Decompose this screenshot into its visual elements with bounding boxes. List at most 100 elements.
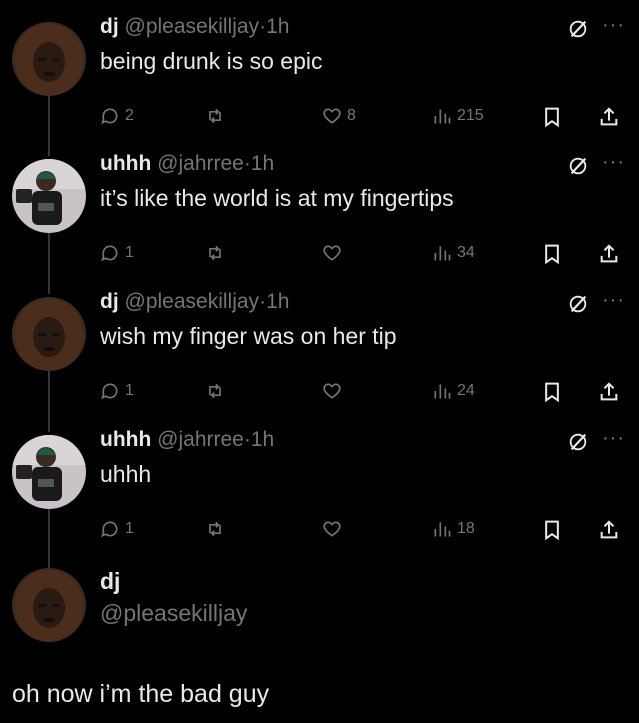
grok-icon[interactable]	[567, 18, 589, 45]
more-options-icon[interactable]: ···	[602, 151, 625, 174]
avatar[interactable]	[12, 435, 86, 509]
timestamp[interactable]: 1h	[266, 290, 289, 313]
more-options-icon[interactable]: ···	[602, 289, 625, 312]
retweet-button[interactable]	[204, 243, 231, 263]
thread-line	[48, 506, 50, 568]
reply-button[interactable]: 2	[100, 106, 134, 126]
heart-icon	[322, 519, 342, 539]
reply-count: 1	[125, 520, 134, 537]
views-count: 18	[457, 520, 475, 537]
share-icon	[598, 519, 620, 541]
views-button[interactable]: 24	[432, 381, 475, 401]
more-options-icon[interactable]: ···	[602, 14, 625, 37]
timestamp[interactable]: 1h	[251, 428, 274, 451]
like-button[interactable]	[322, 519, 347, 539]
bookmark-button[interactable]	[542, 106, 562, 128]
avatar[interactable]	[12, 568, 86, 642]
author-name[interactable]: dj	[100, 15, 119, 38]
bookmark-icon	[542, 519, 562, 541]
views-count: 34	[457, 244, 475, 261]
retweet-button[interactable]	[204, 381, 231, 401]
separator: ·	[243, 152, 251, 175]
heart-icon	[322, 243, 342, 263]
heart-icon	[322, 381, 342, 401]
author-handle[interactable]: @jahrree	[157, 152, 244, 175]
reply-count: 1	[125, 244, 134, 261]
reply-icon	[100, 381, 120, 401]
share-icon	[598, 243, 620, 265]
avatar[interactable]	[12, 22, 86, 96]
views-count: 24	[457, 382, 475, 399]
author-name[interactable]: uhhh	[100, 428, 151, 451]
reply-button[interactable]: 1	[100, 381, 134, 401]
reply-icon	[100, 519, 120, 539]
thread-line	[48, 230, 50, 294]
author-handle[interactable]: @jahrree	[157, 428, 244, 451]
tweet-header: uhhh @jahrree·1h	[100, 151, 274, 177]
grok-icon[interactable]	[567, 155, 589, 182]
share-button[interactable]	[598, 106, 620, 128]
action-bar: 1 18	[100, 519, 627, 543]
bookmark-button[interactable]	[542, 381, 562, 403]
grok-icon[interactable]	[567, 431, 589, 458]
timestamp[interactable]: 1h	[251, 152, 274, 175]
retweet-icon	[204, 106, 226, 126]
tweet-header: uhhh @jahrree·1h	[100, 427, 274, 453]
author-handle[interactable]: @pleasekilljay	[125, 290, 260, 313]
tweet-text: uhhh	[100, 461, 152, 487]
reply-count: 1	[125, 382, 134, 399]
author-name[interactable]: dj	[100, 290, 119, 313]
views-button[interactable]: 34	[432, 243, 475, 263]
retweet-button[interactable]	[204, 519, 231, 539]
tweet-text: it’s like the world is at my fingertips	[100, 185, 454, 211]
like-button[interactable]	[322, 243, 347, 263]
separator: ·	[259, 15, 267, 38]
tweet-header: dj @pleasekilljay·1h	[100, 14, 289, 40]
bookmark-icon	[542, 243, 562, 265]
bookmark-icon	[542, 106, 562, 128]
action-bar: 1 34	[100, 243, 627, 267]
avatar[interactable]	[12, 297, 86, 371]
bookmark-icon	[542, 381, 562, 403]
retweet-icon	[204, 381, 226, 401]
action-bar: 1 24	[100, 381, 627, 405]
views-icon	[432, 519, 452, 539]
share-icon	[598, 381, 620, 403]
retweet-button[interactable]	[204, 106, 231, 126]
reply-count: 2	[125, 107, 134, 124]
reply-button[interactable]: 1	[100, 519, 134, 539]
tweet-text: wish my finger was on her tip	[100, 323, 397, 349]
more-options-icon[interactable]: ···	[602, 427, 625, 450]
retweet-icon	[204, 519, 226, 539]
retweet-icon	[204, 243, 226, 263]
share-icon	[598, 106, 620, 128]
views-icon	[432, 106, 452, 126]
separator: ·	[243, 428, 251, 451]
avatar[interactable]	[12, 159, 86, 233]
author-handle[interactable]: @pleasekilljay	[100, 600, 247, 627]
like-button[interactable]: 8	[322, 106, 356, 126]
share-button[interactable]	[598, 243, 620, 265]
grok-icon[interactable]	[567, 293, 589, 320]
like-button[interactable]	[322, 381, 347, 401]
tweet-header: dj @pleasekilljay·1h	[100, 289, 289, 315]
separator: ·	[259, 290, 267, 313]
views-button[interactable]: 18	[432, 519, 475, 539]
tweet-text: being drunk is so epic	[100, 48, 323, 74]
dreadlocks-avatar-icon	[12, 297, 86, 371]
bookmark-button[interactable]	[542, 243, 562, 265]
thread-line	[48, 368, 50, 432]
dreadlocks-avatar-icon	[12, 22, 86, 96]
bookmark-button[interactable]	[542, 519, 562, 541]
share-button[interactable]	[598, 381, 620, 403]
share-button[interactable]	[598, 519, 620, 541]
author-name[interactable]: dj	[100, 568, 120, 595]
reply-button[interactable]: 1	[100, 243, 134, 263]
author-name[interactable]: uhhh	[100, 152, 151, 175]
reply-icon	[100, 106, 120, 126]
mirror-selfie-avatar-icon	[12, 435, 86, 509]
timestamp[interactable]: 1h	[266, 15, 289, 38]
author-handle[interactable]: @pleasekilljay	[125, 15, 260, 38]
views-button[interactable]: 215	[432, 106, 484, 126]
reply-icon	[100, 243, 120, 263]
